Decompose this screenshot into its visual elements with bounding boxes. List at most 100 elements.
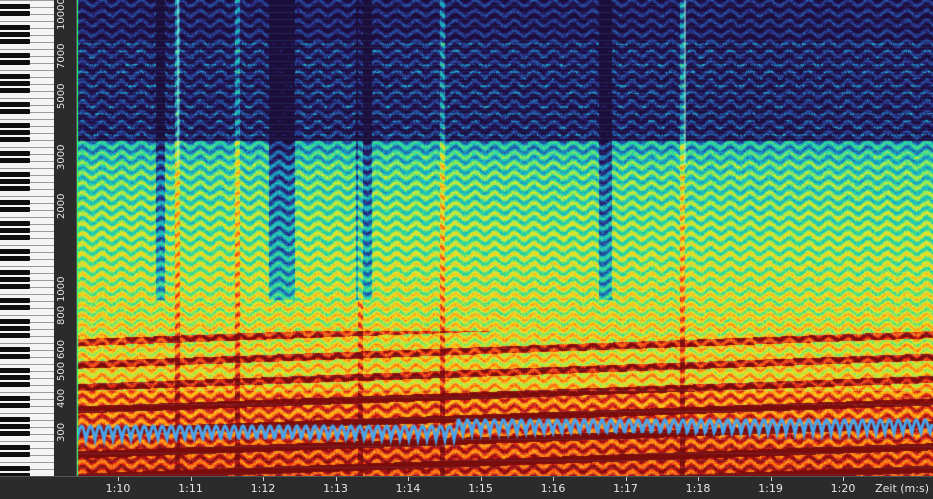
x-tick-mark bbox=[625, 477, 627, 481]
white-key bbox=[0, 462, 54, 463]
black-key bbox=[0, 256, 30, 261]
black-key bbox=[0, 158, 30, 163]
white-key bbox=[0, 21, 54, 22]
white-key bbox=[0, 49, 54, 50]
white-key bbox=[0, 147, 54, 148]
black-key bbox=[0, 452, 30, 457]
black-key bbox=[0, 25, 30, 30]
black-key bbox=[0, 130, 30, 135]
black-key bbox=[0, 221, 30, 226]
y-tick-label: 800 bbox=[56, 306, 67, 326]
black-key bbox=[0, 109, 30, 114]
black-key bbox=[0, 102, 30, 107]
x-tick-mark bbox=[480, 477, 482, 481]
white-key bbox=[0, 266, 54, 267]
y-tick-label: 300 bbox=[56, 423, 67, 443]
black-key bbox=[0, 305, 30, 310]
black-key bbox=[0, 298, 30, 303]
black-key bbox=[0, 319, 30, 324]
x-tick-label: 1:20 bbox=[830, 482, 856, 495]
y-tick-label: 2000 bbox=[56, 193, 67, 219]
piano-keyboard bbox=[0, 0, 55, 476]
x-tick-label: 1:11 bbox=[178, 482, 203, 495]
black-key bbox=[0, 60, 30, 65]
white-key bbox=[0, 0, 54, 1]
white-key bbox=[0, 168, 54, 169]
x-tick-label: 1:16 bbox=[540, 482, 566, 495]
y-tick-label: 400 bbox=[56, 388, 67, 408]
black-key bbox=[0, 382, 30, 387]
y-tick-label: 1000 bbox=[56, 276, 67, 302]
time-axis-unit-label: Zeit (m:s) bbox=[875, 482, 929, 495]
white-key bbox=[0, 294, 54, 295]
black-key bbox=[0, 326, 30, 331]
white-key bbox=[0, 392, 54, 393]
black-key bbox=[0, 53, 30, 58]
y-tick-label: 7000 bbox=[56, 43, 67, 70]
black-key bbox=[0, 179, 30, 184]
black-key bbox=[0, 277, 30, 282]
x-tick-mark bbox=[335, 477, 337, 481]
black-key bbox=[0, 354, 30, 359]
x-tick-mark bbox=[118, 477, 119, 481]
white-key bbox=[0, 196, 54, 197]
x-tick-mark bbox=[553, 477, 554, 481]
black-key bbox=[0, 333, 30, 338]
white-key bbox=[0, 70, 54, 71]
black-key bbox=[0, 207, 30, 212]
white-key bbox=[0, 245, 54, 246]
x-tick-label: 1:12 bbox=[250, 482, 276, 495]
black-key bbox=[0, 88, 30, 93]
x-tick-mark bbox=[263, 477, 264, 481]
x-tick-label: 1:19 bbox=[758, 482, 783, 495]
black-key bbox=[0, 123, 30, 128]
black-key bbox=[0, 200, 30, 205]
black-key bbox=[0, 466, 30, 471]
black-key bbox=[0, 4, 30, 9]
black-key bbox=[0, 39, 30, 44]
frequency-axis: 300 400 500 600 800 1000 2000 3000 5000 7000 10000 bbox=[54, 0, 77, 476]
x-tick-label: 1:15 bbox=[468, 482, 493, 495]
black-key bbox=[0, 403, 30, 408]
black-key bbox=[0, 249, 30, 254]
white-key bbox=[0, 315, 54, 316]
black-key bbox=[0, 151, 30, 156]
black-key bbox=[0, 228, 30, 233]
white-key bbox=[0, 413, 54, 414]
black-key bbox=[0, 11, 30, 16]
black-key bbox=[0, 284, 30, 289]
black-key bbox=[0, 375, 30, 380]
x-tick-label: 1:17 bbox=[613, 482, 638, 495]
black-key bbox=[0, 270, 30, 275]
black-key bbox=[0, 445, 30, 450]
black-key bbox=[0, 74, 30, 79]
x-tick-mark bbox=[190, 477, 192, 481]
x-tick-label: 1:13 bbox=[323, 482, 348, 495]
y-tick-label: 500 bbox=[56, 362, 67, 382]
x-tick-label: 1:10 bbox=[105, 482, 131, 495]
y-tick-label: 3000 bbox=[56, 144, 67, 171]
black-key bbox=[0, 431, 30, 436]
x-tick-mark bbox=[698, 477, 699, 481]
white-key bbox=[0, 343, 54, 344]
y-tick-label: 5000 bbox=[56, 83, 67, 110]
black-key bbox=[0, 186, 30, 191]
y-tick-label: 600 bbox=[56, 340, 67, 360]
white-key bbox=[0, 364, 54, 365]
black-key bbox=[0, 368, 30, 373]
x-tick-mark bbox=[843, 477, 844, 481]
black-key bbox=[0, 396, 30, 401]
black-key bbox=[0, 235, 30, 240]
x-tick-label: 1:14 bbox=[395, 482, 421, 495]
x-tick-mark bbox=[770, 477, 772, 481]
black-key bbox=[0, 137, 30, 142]
black-key bbox=[0, 417, 30, 422]
white-key bbox=[0, 98, 54, 99]
white-key bbox=[0, 119, 54, 120]
white-key bbox=[0, 441, 54, 442]
x-tick-mark bbox=[408, 477, 409, 481]
black-key bbox=[0, 424, 30, 429]
x-tick-label: 1:18 bbox=[685, 482, 711, 495]
white-key bbox=[0, 217, 54, 218]
spectrogram-heatmap[interactable] bbox=[77, 0, 933, 476]
